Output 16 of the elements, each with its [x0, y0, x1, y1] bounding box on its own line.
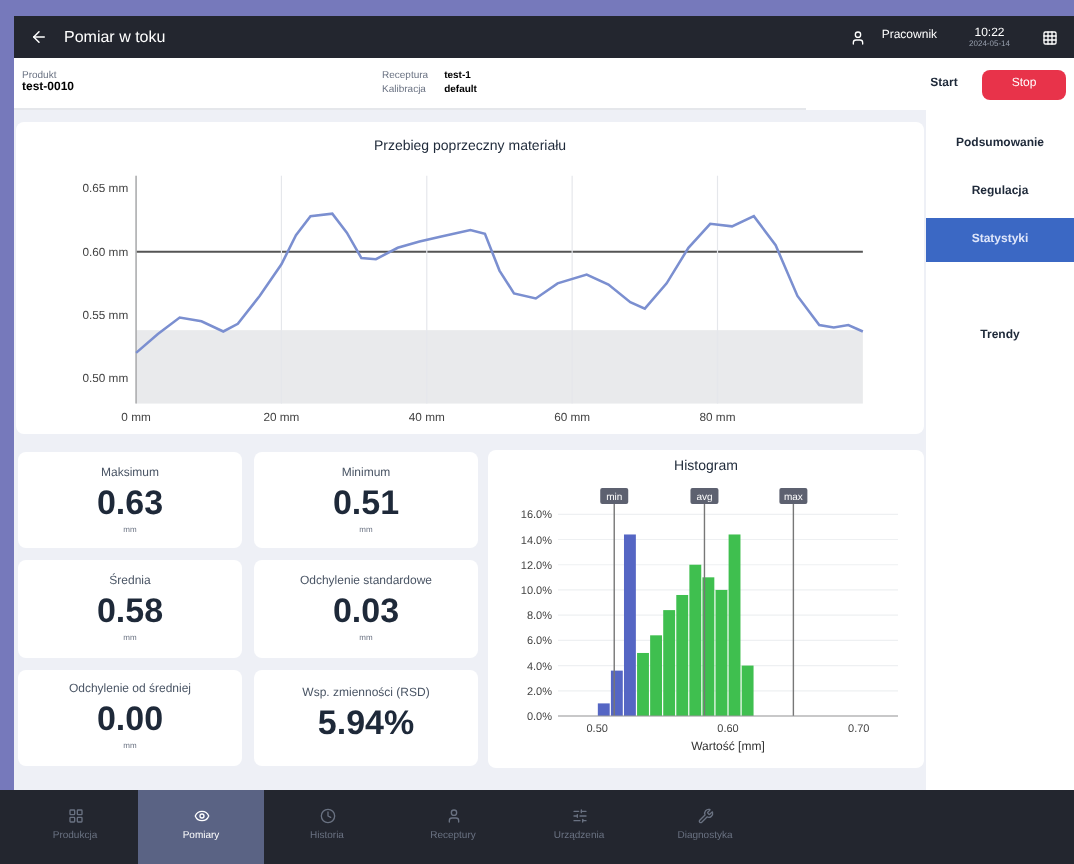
- back-icon[interactable]: [30, 28, 48, 46]
- user-icon: [849, 29, 866, 45]
- stat-value: 0.00: [96, 702, 164, 737]
- stat-value: 0.51: [332, 485, 400, 520]
- menu-icon[interactable]: [1042, 29, 1058, 45]
- stat-value: 0.63: [96, 485, 164, 520]
- window-title: Pomiar w toku: [64, 25, 166, 49]
- clock-icon: [319, 808, 335, 825]
- stat-value: 5.94%: [317, 706, 415, 741]
- wrench-icon: [697, 808, 713, 825]
- sliders-icon: [571, 808, 587, 825]
- eye-icon: [193, 808, 209, 825]
- grid-icon: [67, 808, 83, 825]
- stat-value: 0.58: [96, 593, 164, 628]
- stat-value: 0.03: [332, 593, 400, 628]
- person-icon: [445, 808, 461, 825]
